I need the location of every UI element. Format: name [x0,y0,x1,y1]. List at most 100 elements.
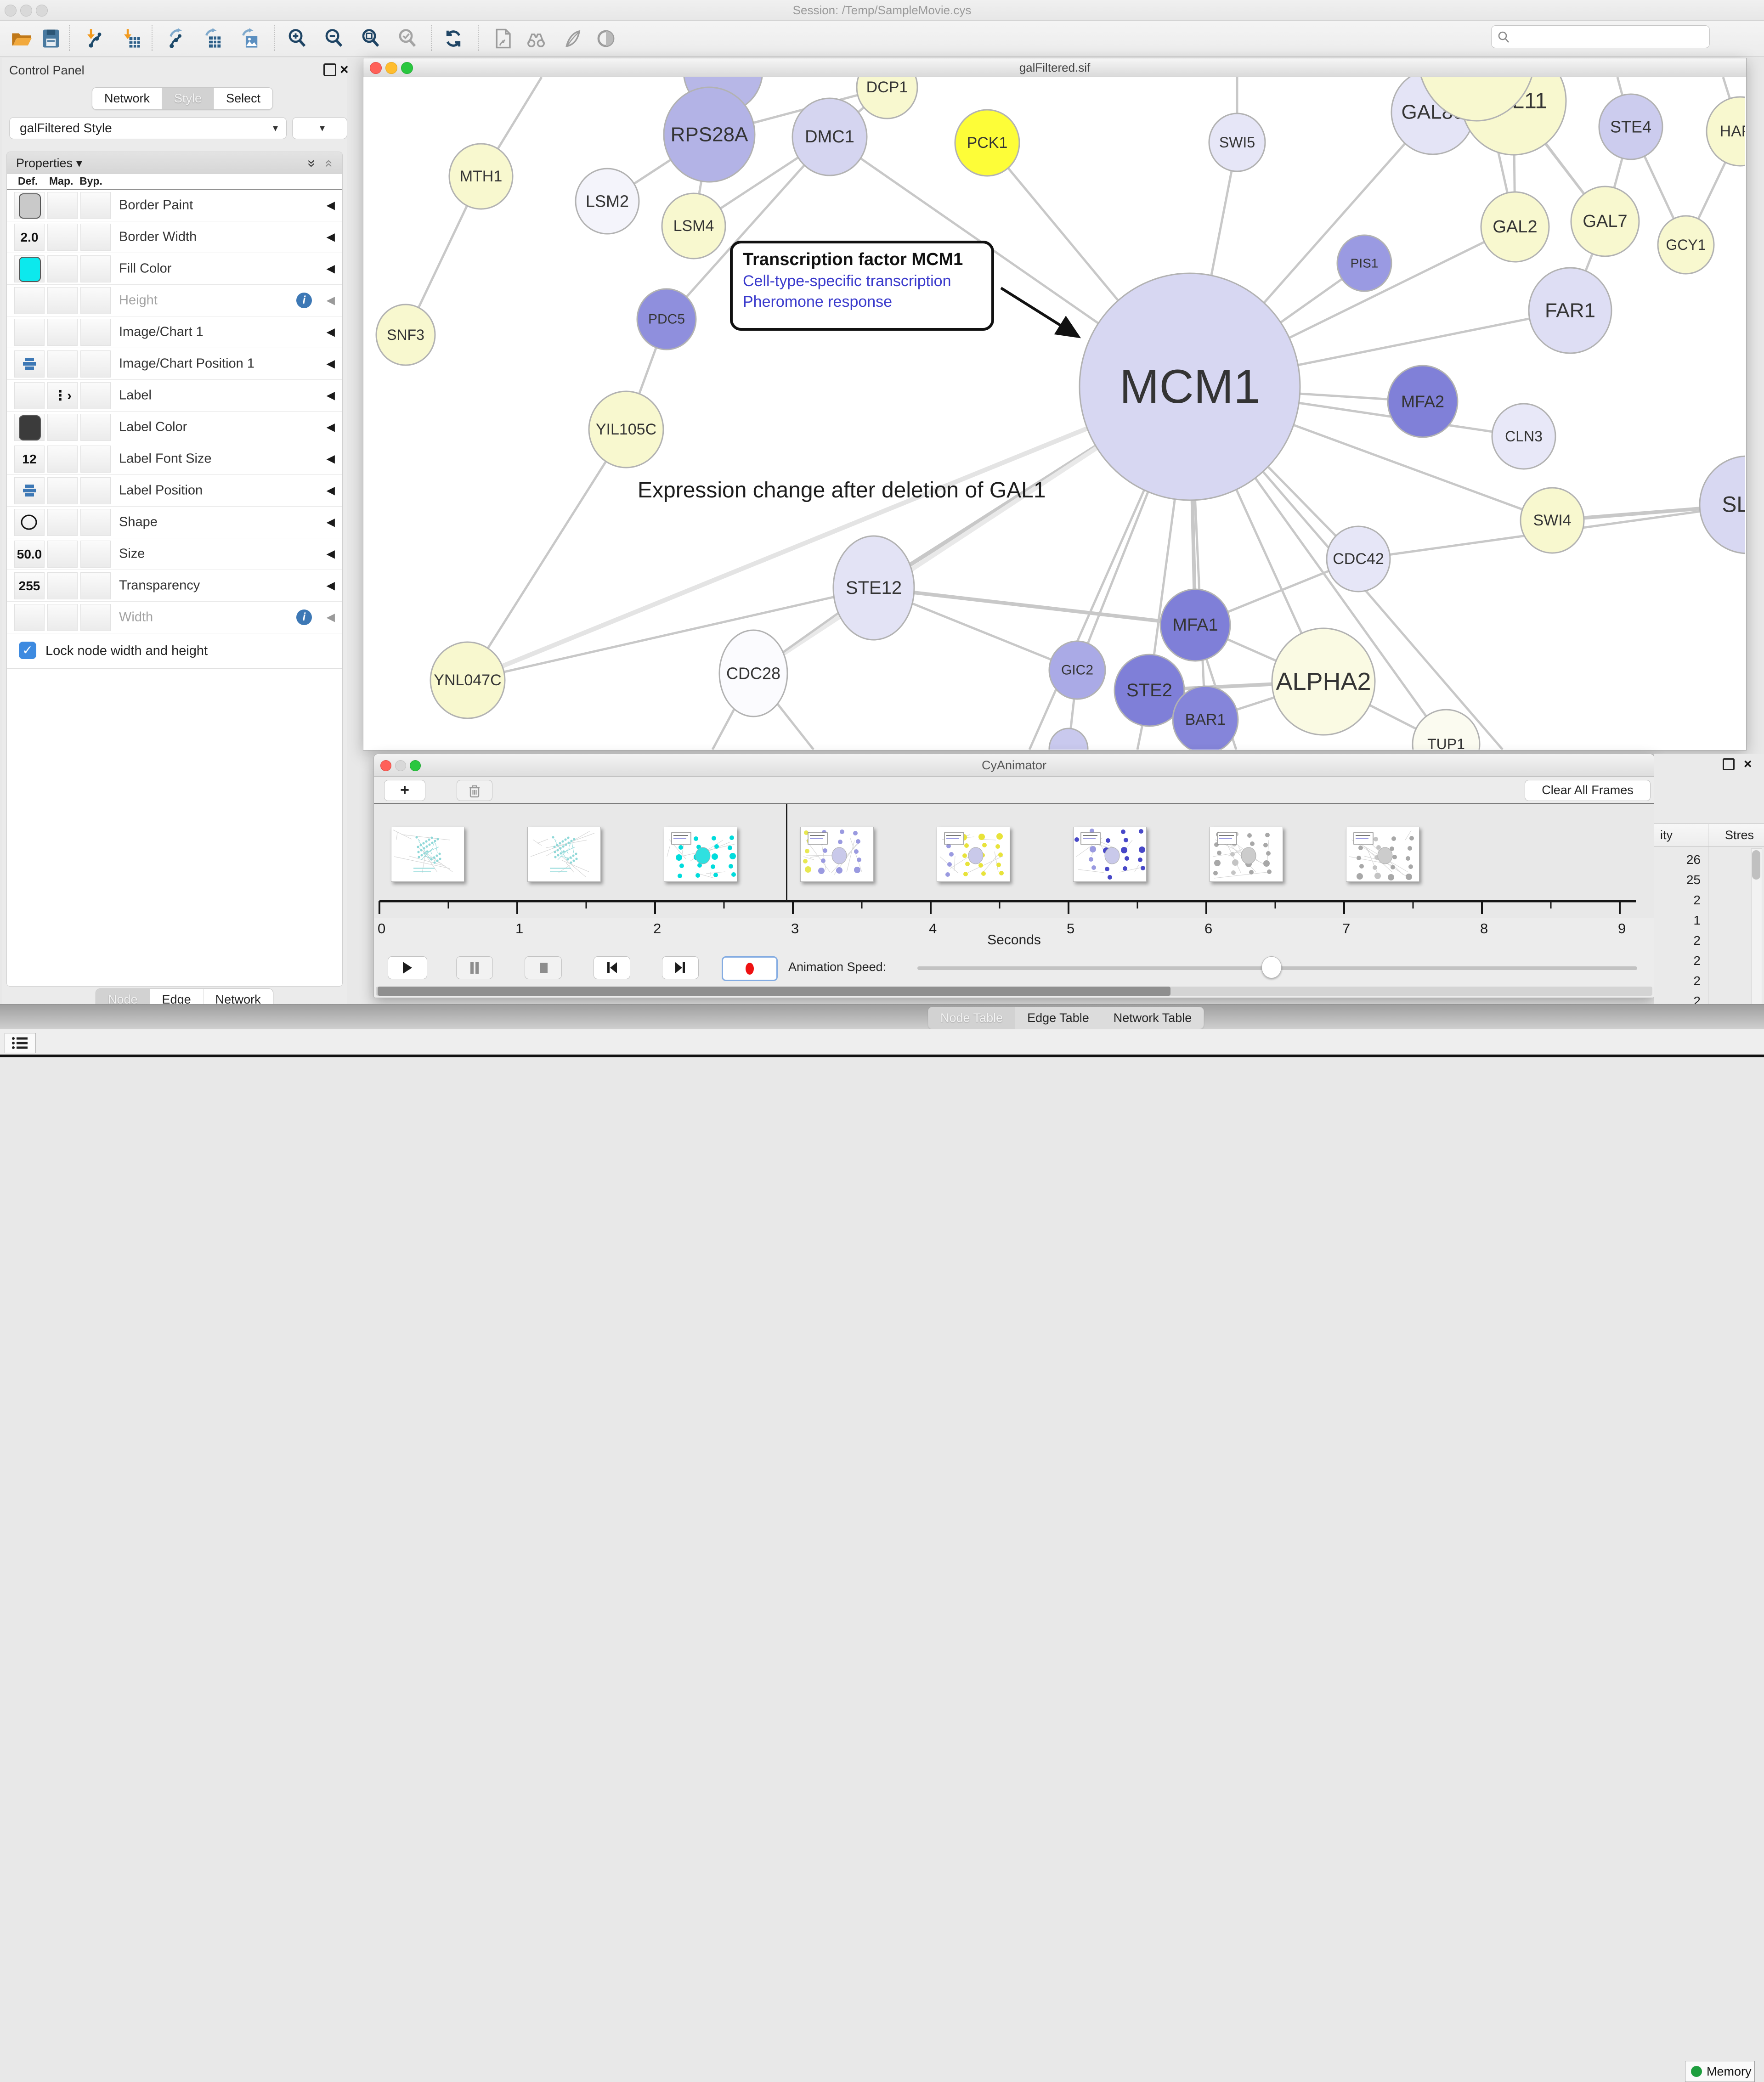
export-network-icon[interactable] [165,28,187,49]
bypass-cell[interactable] [80,192,111,219]
network-node-YNL047C[interactable]: YNL047C [430,642,505,718]
bypass-cell[interactable] [80,319,111,346]
network-node-GCY1[interactable]: GCY1 [1658,216,1714,274]
zoom-out-icon[interactable] [323,28,345,49]
property-row-size[interactable]: 50.0Size◀ [7,538,342,570]
bypass-cell[interactable] [80,477,111,504]
expand-row-icon[interactable]: ◀ [327,294,335,307]
default-value-cell[interactable]: 2.0 [14,224,45,251]
network-node-PDC5[interactable]: PDC5 [637,289,696,350]
table-cell-value[interactable]: 25 [1655,873,1701,887]
tab-network[interactable]: Network [92,88,162,109]
table-column-header[interactable]: ity [1660,824,1673,846]
close-panel-icon[interactable]: × [1744,756,1752,772]
network-canvas[interactable]: DCP1RPS28ADMC1PCK1SWI5GAL80GAL11STE4HAP2… [363,77,1745,750]
network-node-FAR1[interactable]: FAR1 [1529,268,1611,353]
default-value-cell[interactable]: 255 [14,572,45,599]
network-node-TUP1[interactable]: TUP1 [1413,710,1480,750]
property-row-height[interactable]: Heighti◀ [7,285,342,316]
table-column-header[interactable]: Stres [1725,824,1754,846]
properties-header[interactable]: Properties ▾ » « [7,152,342,175]
mapping-cell[interactable] [47,541,78,568]
network-node-DCP1[interactable]: DCP1 [857,77,917,118]
property-row-label-position[interactable]: Label Position◀ [7,475,342,507]
memory-button[interactable]: Memory [1685,2061,1755,2082]
save-session-icon[interactable] [40,28,62,49]
expand-row-icon[interactable]: ◀ [327,611,335,624]
search-box[interactable] [1491,25,1710,48]
bypass-cell[interactable] [80,446,111,473]
tab-style[interactable]: Style [162,88,214,109]
network-node-MFA2[interactable]: MFA2 [1388,366,1458,437]
mapping-cell[interactable] [47,192,78,219]
expand-row-icon[interactable]: ◀ [327,421,335,434]
record-button[interactable] [722,956,778,981]
stop-button[interactable] [525,956,562,979]
mapping-cell[interactable] [47,604,78,631]
network-node-SWI4[interactable]: SWI4 [1521,488,1584,553]
bypass-cell[interactable] [80,414,111,441]
bypass-cell[interactable] [80,287,111,314]
expand-row-icon[interactable]: ◀ [327,579,335,592]
network-node-LSM4[interactable]: LSM4 [662,193,725,259]
export-table-icon[interactable] [202,28,223,49]
next-frame-button[interactable] [662,956,699,979]
property-row-width[interactable]: Widthi◀ [7,602,342,633]
tab-select[interactable]: Select [214,88,272,109]
bypass-cell[interactable] [80,572,111,599]
zoom-in-icon[interactable] [287,28,308,49]
tab-edge-table[interactable]: Edge Table [1015,1007,1101,1029]
default-value-cell[interactable] [14,509,45,536]
timeline-frame-2[interactable] [527,827,601,882]
network-node-SLT2[interactable]: SLT2 [1700,456,1745,553]
property-row-shape[interactable]: Shape◀ [7,507,342,538]
expand-row-icon[interactable]: ◀ [327,326,335,339]
mapping-cell[interactable] [47,477,78,504]
mapping-cell[interactable] [47,255,78,282]
expand-row-icon[interactable]: ◀ [327,357,335,371]
default-value-cell[interactable]: 12 [14,446,45,473]
network-node-YIL105C[interactable]: YIL105C [589,391,663,468]
network-node-PIS1[interactable]: PIS1 [1337,235,1391,291]
refresh-icon[interactable] [443,28,464,49]
timeline-frame-8[interactable] [1346,827,1419,882]
document-icon[interactable] [492,28,514,49]
tab-node-table[interactable]: Node Table [928,1007,1015,1029]
network-node-MCM1[interactable]: MCM1 [1080,273,1300,500]
network-node-ALPHA2[interactable]: ALPHA2 [1272,628,1375,735]
table-cell-value[interactable]: 2 [1655,933,1701,948]
clear-all-frames-button[interactable]: Clear All Frames [1525,780,1651,801]
search-input[interactable] [1515,28,1703,45]
timeline-scrollbar-thumb[interactable] [378,987,1170,996]
animation-speed-thumb[interactable] [1261,956,1282,978]
add-frame-button[interactable]: + [384,780,425,801]
network-node-MTH1[interactable]: MTH1 [449,144,513,209]
network-node-LSM2[interactable]: LSM2 [576,169,639,234]
import-table-icon[interactable] [120,28,141,49]
style-selector[interactable]: galFiltered Style ▾ [9,117,287,139]
default-value-cell[interactable]: 50.0 [14,541,45,568]
import-network-icon[interactable] [84,28,105,49]
default-value-cell[interactable] [14,604,45,631]
binoculars-icon[interactable] [526,28,547,49]
timeline-frame-7[interactable] [1210,827,1283,882]
timeline-frame-3[interactable] [664,827,737,882]
delete-frame-button[interactable] [457,780,492,801]
default-value-cell[interactable] [14,319,45,346]
network-node-STE12[interactable]: STE12 [833,536,914,640]
property-row-transparency[interactable]: 255Transparency◀ [7,570,342,602]
expand-row-icon[interactable]: ◀ [327,199,335,212]
table-cell-value[interactable]: 2 [1655,893,1701,908]
network-node-HAP2[interactable]: HAP2 [1707,97,1745,166]
leaf-icon[interactable] [561,28,582,49]
bypass-cell[interactable] [80,604,111,631]
bypass-cell[interactable] [80,350,111,378]
bypass-cell[interactable] [80,255,111,282]
export-image-icon[interactable] [239,28,260,49]
close-panel-icon[interactable]: × [340,63,349,75]
previous-frame-button[interactable] [594,956,630,979]
default-value-cell[interactable] [14,192,45,219]
table-cell-value[interactable]: 2 [1655,974,1701,988]
expand-row-icon[interactable]: ◀ [327,547,335,561]
float-panel-icon[interactable] [1723,758,1735,770]
